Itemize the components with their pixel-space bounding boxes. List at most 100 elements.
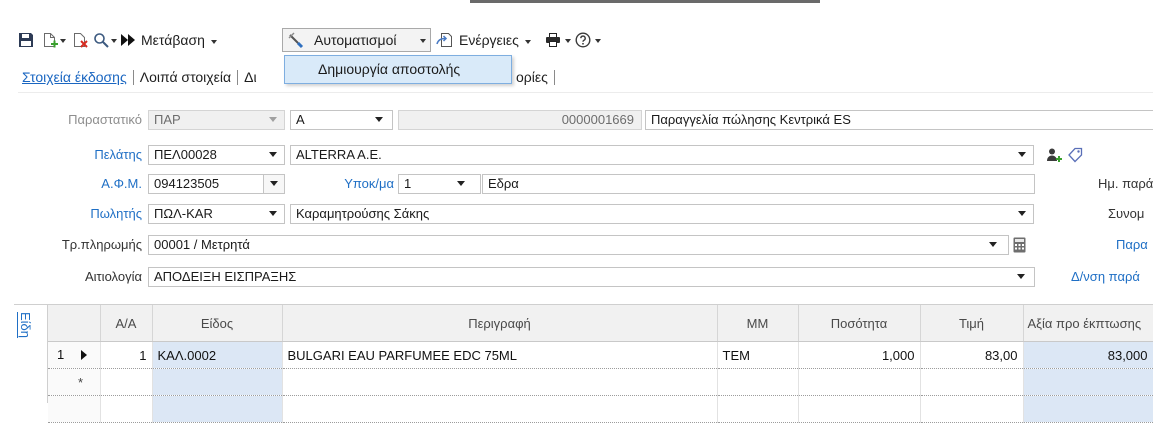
dropdown-arrow-icon [269, 152, 277, 157]
column-header-gross-value[interactable]: Αξία προ έκπτωσης [1023, 305, 1153, 342]
window-tab-indicator [470, 0, 820, 3]
column-header-item[interactable]: Είδος [152, 305, 283, 342]
cell-description[interactable] [282, 368, 718, 396]
table-row[interactable]: 1 1 ΚΑΛ.0002 BULGARI EAU PARFUMEE EDC 75… [48, 341, 1153, 369]
cell-aa[interactable] [100, 395, 153, 423]
vat-label-link[interactable]: Α.Φ.Μ. [20, 174, 142, 194]
column-header-price[interactable]: Τιμή [920, 305, 1024, 342]
branch-name-field[interactable]: Εδρα [482, 174, 1035, 194]
customer-label-link[interactable]: Πελάτης [20, 145, 142, 165]
document-series-field[interactable]: ΠΑΡ [148, 110, 285, 130]
tab-separator [553, 69, 555, 85]
cell-description[interactable] [282, 395, 718, 423]
row-number: 1 [57, 347, 65, 362]
dropdown-arrow-icon [1017, 274, 1025, 279]
cell-item-code[interactable] [152, 368, 283, 396]
new-document-icon[interactable] [42, 32, 58, 48]
cell-quantity[interactable] [798, 395, 921, 423]
dropdown-arrow-icon [269, 211, 277, 216]
delete-document-icon[interactable] [72, 32, 88, 48]
menu-item-create-shipment[interactable]: Δημιουργία αποστολής [318, 56, 460, 83]
actions-menu-button[interactable]: Ενέργειες [459, 31, 531, 49]
help-dropdown-arrow-icon[interactable] [595, 39, 601, 43]
branch-code-value: 1 [404, 176, 412, 191]
calculator-icon[interactable] [1013, 237, 1026, 253]
tab-other-details[interactable]: Λοιπά στοιχεία [140, 68, 231, 86]
vat-dropdown-button[interactable] [263, 175, 284, 193]
other-label-link[interactable]: Παρα [1116, 235, 1153, 255]
dropdown-arrow-icon [1018, 152, 1026, 157]
customer-name-field[interactable]: ALTERRA A.E. [290, 145, 1034, 165]
actions-icon[interactable] [436, 32, 454, 48]
cell-gross-value[interactable] [1023, 395, 1153, 423]
goto-label: Μετάβαση [141, 32, 205, 48]
tab-fourth[interactable]: ορίες [516, 68, 548, 86]
customer-code-value: ΠΕΛ00028 [154, 147, 217, 162]
cell-quantity[interactable]: 1,000 [798, 341, 921, 369]
salesperson-label-link[interactable]: Πωλητής [20, 204, 142, 224]
current-row-indicator-icon [81, 350, 87, 360]
cell-description[interactable]: BULGARI EAU PARFUMEE EDC 75ML [282, 341, 718, 369]
salesperson-name-field[interactable]: Καραμητρούσης Σάκης [290, 204, 1034, 224]
salesperson-code-field[interactable]: ΠΩΛ-KAR [148, 204, 285, 224]
new-row-marker: * [78, 375, 84, 390]
document-label: Παραστατικό [68, 112, 142, 127]
search-icon[interactable] [93, 32, 109, 48]
actions-dropdown-arrow-icon [524, 39, 531, 44]
goto-menu-button[interactable]: Μετάβαση [141, 31, 217, 49]
customer-code-field[interactable]: ΠΕΛ00028 [148, 145, 285, 165]
document-series-value: ΠΑΡ [154, 112, 181, 127]
cell-gross-value[interactable] [1023, 368, 1153, 396]
printer-icon[interactable] [545, 32, 561, 48]
cell-aa[interactable] [100, 368, 153, 396]
tab-issue-details[interactable]: Στοιχεία έκδοσης [22, 68, 127, 86]
grid-header-row: Α/Α Είδος Περιγραφή ΜΜ Ποσότητα Τιμή Αξί… [48, 305, 1153, 342]
dropdown-arrow-icon [269, 117, 277, 122]
column-header-quantity[interactable]: Ποσότητα [798, 305, 921, 342]
branch-label-link[interactable]: Υποκ/μα [320, 174, 394, 194]
row-header[interactable]: 1 [48, 341, 101, 369]
row-header[interactable]: * [48, 368, 101, 396]
cell-price[interactable] [920, 368, 1024, 396]
payment-method-field[interactable]: 00001 / Μετρητά [148, 235, 1009, 255]
customer-tag-icon[interactable] [1067, 147, 1085, 163]
column-header-description[interactable]: Περιγραφή [282, 305, 718, 342]
new-table-row[interactable]: * [48, 368, 1153, 396]
document-description-field[interactable]: Παραγγελία πώλησης Κεντρικά ES [645, 110, 1153, 130]
cell-price[interactable]: 83,00 [920, 341, 1024, 369]
new-dropdown-arrow-icon[interactable] [60, 39, 66, 43]
search-dropdown-arrow-icon[interactable] [111, 39, 117, 43]
column-header-unit[interactable]: ΜΜ [717, 305, 799, 342]
cell-aa[interactable]: 1 [100, 341, 153, 369]
cell-unit[interactable] [717, 368, 799, 396]
vat-field[interactable]: 094123505 [148, 174, 285, 194]
save-icon[interactable] [18, 32, 34, 48]
tab-items-vertical[interactable]: Είδη [18, 312, 33, 338]
payment-method-value: 00001 / Μετρητά [154, 237, 250, 252]
table-row[interactable] [48, 395, 1153, 423]
cell-quantity[interactable] [798, 368, 921, 396]
cell-unit[interactable]: ΤΕΜ [717, 341, 799, 369]
help-icon[interactable] [575, 32, 591, 48]
row-header[interactable] [48, 395, 101, 423]
cell-price[interactable] [920, 395, 1024, 423]
fast-forward-icon[interactable] [121, 34, 135, 46]
delivery-address-label-link[interactable]: Δ/νση παρά [1071, 267, 1153, 287]
cell-item-code[interactable]: ΚΑΛ.0002 [152, 341, 283, 369]
printer-dropdown-arrow-icon[interactable] [565, 39, 571, 43]
document-type-field[interactable]: Α [290, 110, 393, 130]
row-header-corner [48, 305, 101, 342]
delivery-date-label: Ημ. παρά [1098, 176, 1153, 191]
automations-button[interactable]: Αυτοματισμοί [282, 28, 431, 52]
add-customer-icon[interactable] [1046, 147, 1062, 163]
goto-dropdown-arrow-icon [210, 39, 217, 44]
column-header-aa[interactable]: Α/Α [100, 305, 153, 342]
branch-code-field[interactable]: 1 [398, 174, 481, 194]
cell-item-code[interactable] [152, 395, 283, 423]
tab-third[interactable]: Δι [244, 68, 256, 86]
cell-gross-value[interactable]: 83,000 [1023, 341, 1153, 369]
document-number-field: 0000001669 [398, 110, 642, 130]
reason-field[interactable]: ΑΠΟΔΕΙΞΗ ΕΙΣΠΡΑΞΗΣ [148, 267, 1035, 287]
cell-unit[interactable] [717, 395, 799, 423]
dropdown-arrow-icon [270, 181, 278, 186]
